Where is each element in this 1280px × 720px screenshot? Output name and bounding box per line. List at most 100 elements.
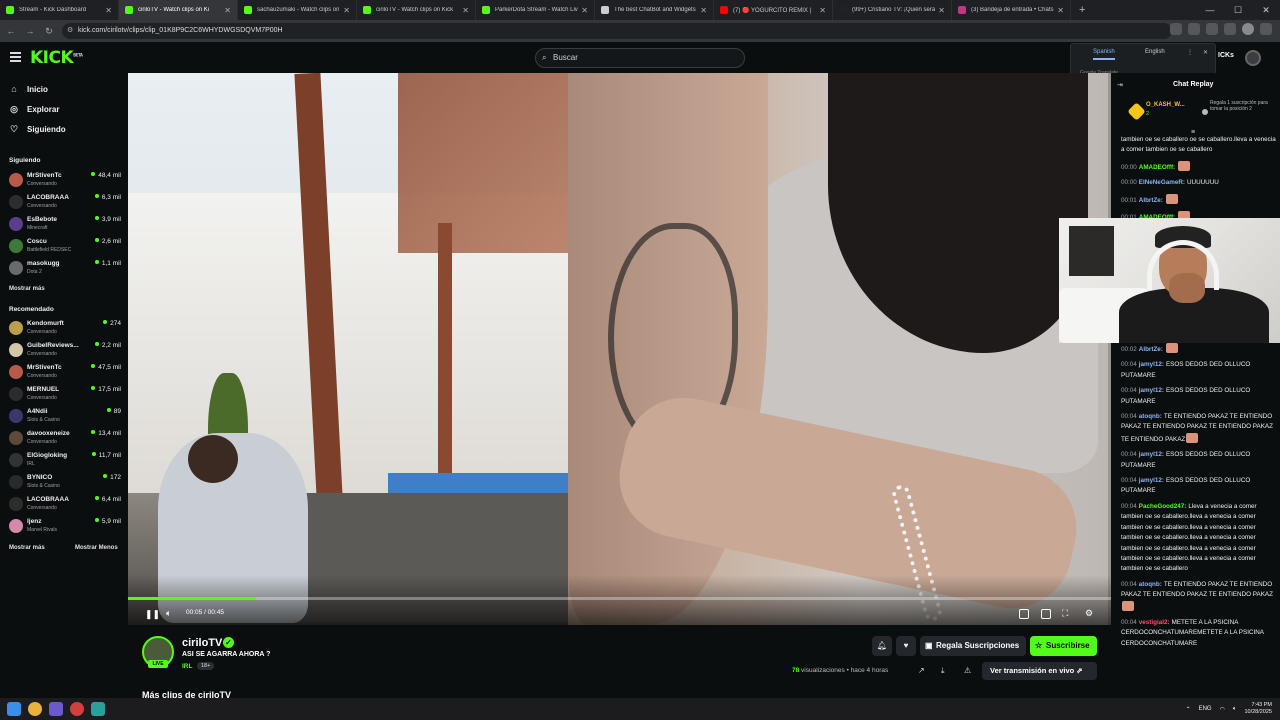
browser-tab[interactable]: (7) 🔴 YOGURCITO REMIX | ✕ — [714, 0, 833, 20]
discord-icon[interactable] — [49, 702, 63, 716]
browser-tab[interactable]: The best ChatBot and Widgets ✕ — [595, 0, 714, 20]
notification-bell-icon[interactable]: 🔔︎ — [872, 636, 892, 656]
chat-username[interactable]: jamyl12: — [1139, 361, 1164, 368]
user-avatar[interactable] — [1245, 50, 1261, 66]
sidebar-channel[interactable]: masokugg Dota 2 1,1 mil — [9, 259, 121, 277]
sidebar-channel[interactable]: LACOBRAAA Conversando 6,4 mil — [9, 495, 121, 513]
minimize-icon[interactable]: — — [1196, 0, 1224, 20]
chat-username[interactable]: jamyl12: — [1139, 387, 1164, 394]
tray-chevron-icon[interactable]: ⌃ — [1186, 706, 1191, 713]
tab-close-icon[interactable]: ✕ — [819, 6, 826, 15]
maximize-icon[interactable]: ☐ — [1224, 0, 1252, 20]
show-less-recommended[interactable]: Mostrar Menos — [75, 545, 118, 551]
tab-close-icon[interactable]: ✕ — [1057, 6, 1064, 15]
site-info-icon[interactable]: ⚙ — [67, 23, 73, 39]
pip-icon[interactable] — [1019, 609, 1029, 619]
show-more-following[interactable]: Mostrar más — [9, 286, 45, 292]
browser-tab[interactable]: ciriloTV - Watch clips on Ki ✕ — [119, 0, 238, 20]
url-field[interactable]: ⚙ kick.com/cirilotv/clips/clip_01K8P9C2C… — [62, 23, 1172, 39]
browser-tab[interactable]: ParkerDota Stream - Watch Liv ✕ — [476, 0, 595, 20]
chat-username[interactable]: AlbrtZe: — [1139, 346, 1163, 353]
kicks-label[interactable]: ICKs — [1218, 52, 1234, 59]
search-input[interactable]: ⌕ Buscar — [535, 48, 745, 68]
back-icon[interactable]: ← — [3, 26, 19, 36]
kick-logo[interactable]: KICKBETA — [30, 48, 83, 68]
chat-username[interactable]: ElNeNeGameR: — [1139, 179, 1185, 186]
fullscreen-icon[interactable]: ⛶ — [1062, 608, 1068, 619]
nav-home[interactable]: ⌂ Inicio — [9, 84, 48, 94]
tab-close-icon[interactable]: ✕ — [938, 6, 945, 15]
browser-tab[interactable]: sachauzumaki - Watch clips on ✕ — [238, 0, 357, 20]
report-icon[interactable]: ⚠ — [964, 666, 971, 675]
share-icon[interactable]: ↗ — [918, 666, 925, 675]
volume-icon[interactable]: 🔈︎ — [166, 608, 171, 619]
tab-close-icon[interactable]: ✕ — [700, 6, 707, 15]
download-icon[interactable]: ⤓ — [941, 666, 945, 676]
clock[interactable]: 7:43 PM 10/28/2025 — [1244, 702, 1272, 716]
tab-close-icon[interactable]: ✕ — [105, 6, 112, 15]
sidebar-channel[interactable]: MrStivenTc Conversando 48,4 mil — [9, 171, 121, 189]
speaker-icon[interactable]: 🔈︎ — [1233, 706, 1237, 713]
channel-name[interactable]: ciriloTV — [182, 637, 222, 649]
chat-username[interactable]: AMADEOfff: — [1139, 164, 1175, 171]
translate-icon[interactable] — [1170, 23, 1182, 35]
browser-tab[interactable]: Stream - Kick Dashboard ✕ — [0, 0, 119, 20]
tab-close-icon[interactable]: ✕ — [343, 6, 350, 15]
new-tab-icon[interactable]: + — [1079, 4, 1085, 16]
chat-username[interactable]: atoqnb: — [1139, 581, 1162, 588]
menu-icon[interactable] — [1260, 23, 1272, 35]
close-icon[interactable]: ✕ — [1203, 49, 1208, 56]
lang-english-tab[interactable]: English — [1145, 49, 1165, 55]
chat-username[interactable]: jamyl12: — [1139, 477, 1164, 484]
nav-following[interactable]: ♡ Siguiendo — [9, 124, 66, 135]
sidebar-channel[interactable]: ElGiogloking IRL 11,7 mil — [9, 451, 121, 469]
tab-close-icon[interactable]: ✕ — [581, 6, 588, 15]
reload-icon[interactable]: ↻ — [41, 26, 57, 37]
forward-icon[interactable]: → — [22, 26, 38, 36]
settings-gear-icon[interactable]: ⚙ — [1085, 608, 1093, 619]
more-options-icon[interactable]: ⋮ — [1187, 49, 1193, 56]
browser-tab[interactable]: (3) Bandeja de entrada • Chats ✕ — [952, 0, 1071, 20]
browser-tab[interactable]: ciriloTV - Watch clips on Kick ✕ — [357, 0, 476, 20]
sidebar-channel[interactable]: LACOBRAAA Conversando 6,3 mil — [9, 193, 121, 211]
follow-heart-icon[interactable]: ♥ — [896, 636, 916, 656]
pause-icon[interactable]: ❚❚ — [145, 609, 160, 620]
show-more-recommended[interactable]: Mostrar más — [9, 545, 45, 551]
sidebar-channel[interactable]: MrStivenTc Conversando 47,5 mil — [9, 363, 121, 381]
sidebar-channel[interactable]: Coscu Battlefield REDSEC 2,6 mil — [9, 237, 121, 255]
top-gifter-banner[interactable]: O_KASH_W... 2 Regala 1 suscripción para … — [1118, 97, 1278, 133]
hamburger-menu-icon[interactable] — [10, 52, 21, 62]
close-window-icon[interactable]: ✕ — [1252, 0, 1280, 20]
sidebar-channel[interactable]: EsBebote Minecraft 3,9 mil — [9, 215, 121, 233]
chrome-icon[interactable] — [28, 702, 42, 716]
browser-tab[interactable]: (99+) Cristiano TV: ¡Quién será ✕ — [833, 0, 952, 20]
tray-lang[interactable]: ENG — [1199, 706, 1212, 712]
wifi-icon[interactable]: ◠ — [1220, 706, 1225, 713]
sidebar-channel[interactable]: BYNICO Slots & Casino 172 — [9, 473, 121, 491]
tab-close-icon[interactable]: ✕ — [462, 6, 469, 15]
gift-subs-button[interactable]: Regala Suscripciones — [920, 636, 1026, 656]
obs-icon[interactable] — [70, 702, 84, 716]
sidebar-icon[interactable] — [1224, 23, 1236, 35]
sidebar-channel[interactable]: MERNUEL Conversando 17,5 mil — [9, 385, 121, 403]
tab-close-icon[interactable]: ✕ — [224, 6, 231, 15]
sidebar-channel[interactable]: ljenz Marvel Rivals 5,9 mil — [9, 517, 121, 535]
sidebar-channel[interactable]: GuibelReviews... Conversando 2,2 mil — [9, 341, 121, 359]
windows-start-icon[interactable] — [7, 702, 21, 716]
watch-live-button[interactable]: Ver transmisión en vivo ⇗ — [982, 662, 1097, 680]
category-link[interactable]: IRL — [182, 663, 192, 670]
chat-username[interactable]: PacheGood247: — [1139, 503, 1187, 510]
chat-username[interactable]: jamyl12: — [1139, 451, 1164, 458]
chat-username[interactable]: vestigial2: — [1139, 619, 1170, 626]
chat-username[interactable]: atoqnb: — [1139, 413, 1162, 420]
lang-spanish-tab[interactable]: Spanish — [1093, 49, 1115, 60]
sidebar-channel[interactable]: davooxeneize Conversando 13,4 mil — [9, 429, 121, 447]
nav-explore[interactable]: ◎ Explorar — [9, 104, 59, 115]
chat-collapse-icon[interactable]: ⇥ — [1117, 81, 1123, 89]
video-player[interactable] — [128, 73, 1111, 625]
profile-avatar[interactable] — [1242, 23, 1254, 35]
notepad-icon[interactable] — [91, 702, 105, 716]
sidebar-channel[interactable]: Kendomurft Conversando 274 — [9, 319, 121, 337]
chat-username[interactable]: AlbrtZe: — [1139, 197, 1163, 204]
video-progress-bar[interactable] — [128, 597, 1111, 600]
